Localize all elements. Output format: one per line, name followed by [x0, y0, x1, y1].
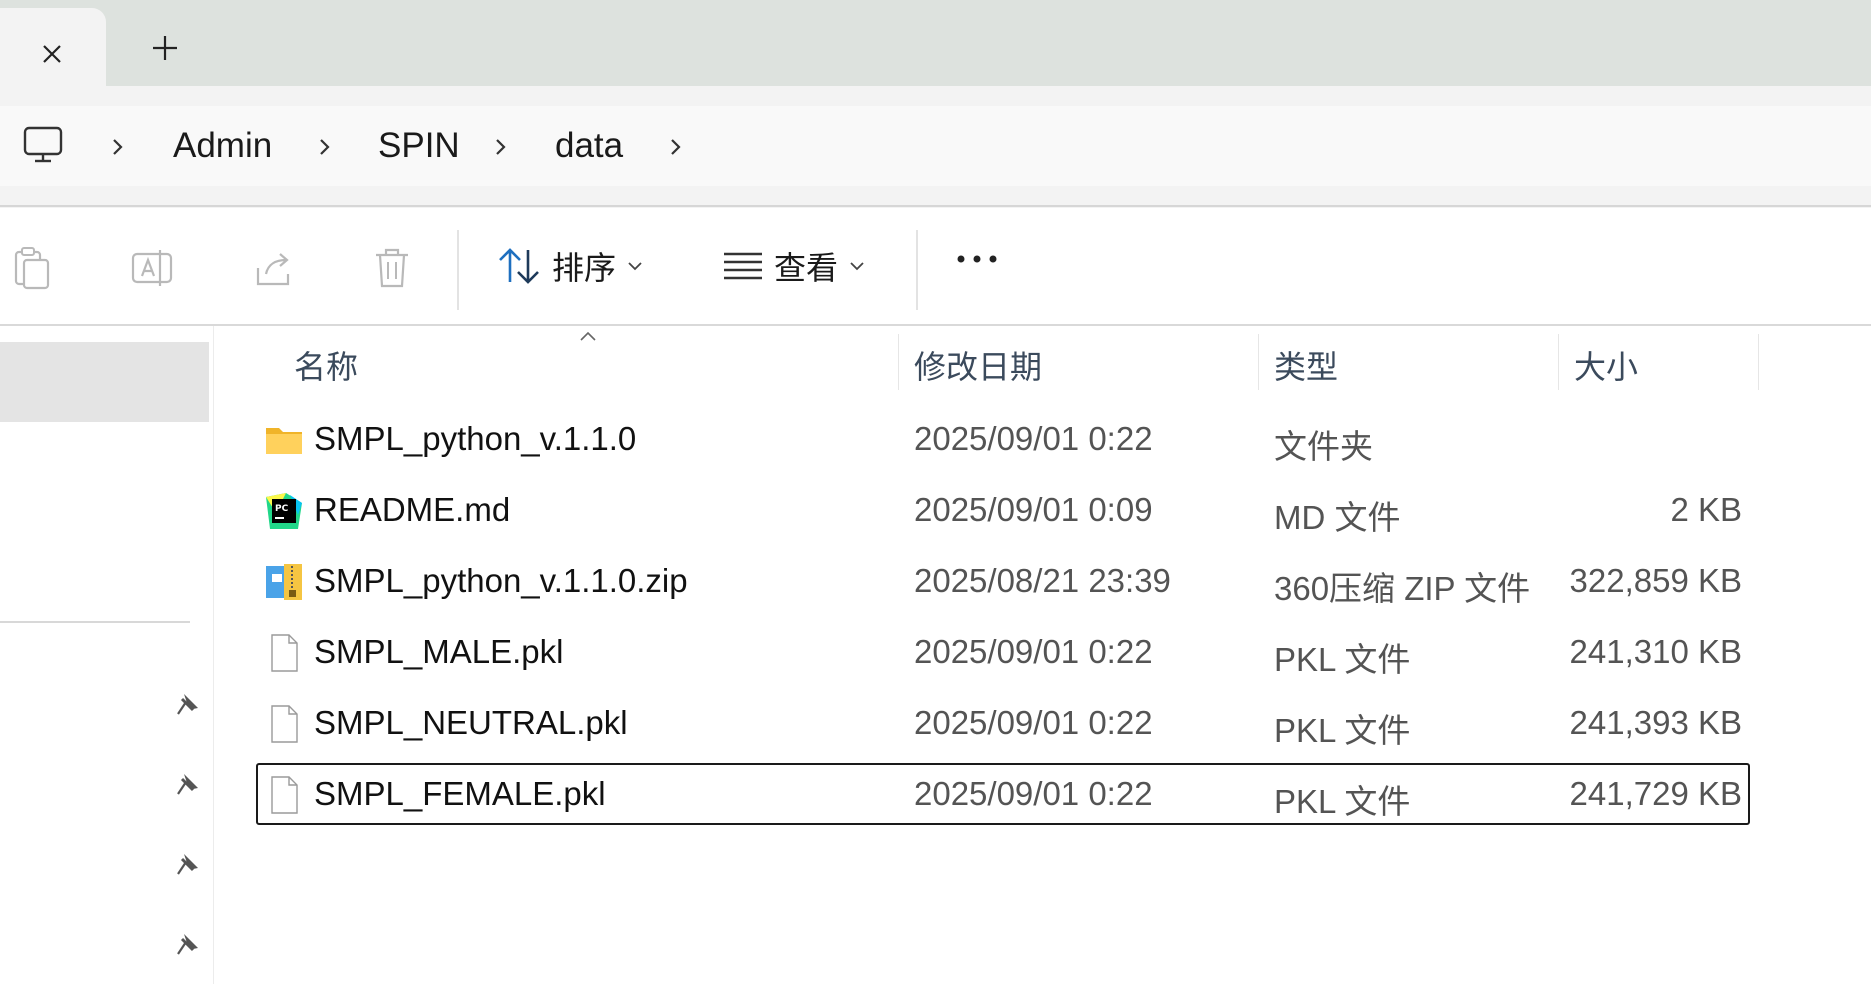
- file-type: 360压缩 ZIP 文件: [1274, 570, 1531, 607]
- file-name: SMPL_MALE.pkl: [314, 633, 564, 670]
- chevron-right-icon[interactable]: [489, 132, 513, 162]
- toolbar-divider: [457, 230, 459, 310]
- column-header-modified[interactable]: 修改日期: [914, 326, 1254, 394]
- column-header-name-label: 名称: [294, 349, 359, 385]
- file-type: PKL 文件: [1274, 712, 1411, 749]
- file-type: PKL 文件: [1274, 783, 1411, 820]
- pin-icon[interactable]: [174, 770, 202, 798]
- svg-text:PC: PC: [275, 504, 289, 514]
- column-header-size-label: 大小: [1574, 349, 1639, 385]
- column-header-modified-label: 修改日期: [914, 349, 1043, 385]
- file-row[interactable]: SMPL_NEUTRAL.pkl 2025/09/01 0:22 PKL 文件 …: [256, 692, 1750, 754]
- file-name: SMPL_python_v.1.1.0: [314, 420, 637, 457]
- column-divider[interactable]: [1558, 334, 1559, 390]
- file-list: 名称 修改日期 类型 大小 SMPL_python_v.1.1.0 2025/0…: [214, 326, 1871, 984]
- breadcrumb-data[interactable]: data: [555, 126, 623, 166]
- share-icon[interactable]: [252, 246, 296, 290]
- sort-label: 排序: [552, 250, 617, 286]
- file-name: SMPL_NEUTRAL.pkl: [314, 704, 628, 741]
- file-modified: 2025/08/21 23:39: [914, 562, 1171, 599]
- tab-strip: [0, 0, 1871, 86]
- file-row[interactable]: SMPL_FEMALE.pkl 2025/09/01 0:22 PKL 文件 2…: [256, 763, 1750, 825]
- file-icon: [271, 634, 298, 672]
- command-bar: 排序 查看: [0, 208, 1871, 326]
- sort-button[interactable]: 排序: [496, 238, 644, 294]
- column-divider[interactable]: [1758, 334, 1759, 390]
- pin-icon[interactable]: [174, 850, 202, 878]
- file-name: SMPL_FEMALE.pkl: [314, 775, 606, 812]
- chevron-right-icon[interactable]: [664, 132, 688, 162]
- breadcrumb[interactable]: Admin SPIN data: [0, 106, 1871, 186]
- pin-icon[interactable]: [174, 930, 202, 958]
- navigation-pane: [0, 326, 214, 984]
- folder-icon: [266, 428, 302, 454]
- chevron-down-icon: [628, 262, 642, 271]
- file-type: MD 文件: [1274, 499, 1401, 536]
- pin-icon[interactable]: [174, 690, 202, 718]
- column-divider[interactable]: [1258, 334, 1259, 390]
- chevron-right-icon[interactable]: [106, 132, 130, 162]
- chevron-down-icon: [850, 262, 864, 271]
- file-type: PKL 文件: [1274, 641, 1411, 678]
- file-modified: 2025/09/01 0:09: [914, 491, 1153, 528]
- file-type: 文件夹: [1274, 428, 1373, 465]
- pycharm-icon: PC: [266, 493, 302, 529]
- column-header-size[interactable]: 大小: [1574, 326, 1754, 394]
- file-icon: [271, 705, 298, 743]
- toolbar-divider: [916, 230, 918, 310]
- view-button[interactable]: 查看: [722, 238, 866, 294]
- file-icon: [271, 776, 298, 814]
- column-header-type[interactable]: 类型: [1274, 326, 1554, 394]
- zip-archive-icon: [266, 564, 302, 600]
- file-row[interactable]: PC README.md 2025/09/01 0:09 MD 文件 2 KB: [256, 479, 1750, 541]
- close-icon[interactable]: [34, 36, 70, 72]
- active-tab[interactable]: [0, 8, 106, 86]
- file-name: README.md: [314, 491, 511, 528]
- file-size: 241,729 KB: [1569, 775, 1742, 812]
- file-name: SMPL_python_v.1.1.0.zip: [314, 562, 688, 599]
- file-modified: 2025/09/01 0:22: [914, 775, 1153, 812]
- file-modified: 2025/09/01 0:22: [914, 633, 1153, 670]
- column-header-name[interactable]: 名称: [294, 326, 878, 394]
- nav-item-selected[interactable]: [0, 342, 209, 422]
- column-divider[interactable]: [898, 334, 899, 390]
- delete-icon[interactable]: [372, 246, 412, 290]
- file-row[interactable]: SMPL_python_v.1.1.0.zip 2025/08/21 23:39…: [256, 550, 1750, 612]
- file-modified: 2025/09/01 0:22: [914, 704, 1153, 741]
- paste-icon[interactable]: [12, 246, 52, 290]
- file-row[interactable]: SMPL_MALE.pkl 2025/09/01 0:22 PKL 文件 241…: [256, 621, 1750, 683]
- breadcrumb-spin[interactable]: SPIN: [378, 126, 460, 166]
- column-header-type-label: 类型: [1274, 349, 1339, 385]
- list-view-icon: [724, 252, 762, 280]
- file-size: 241,393 KB: [1569, 704, 1742, 741]
- address-bar: Admin SPIN data: [0, 86, 1871, 208]
- chevron-right-icon[interactable]: [313, 132, 337, 162]
- sort-icon: [499, 248, 539, 284]
- divider: [0, 205, 1871, 207]
- nav-divider: [0, 621, 190, 623]
- file-size: 322,859 KB: [1569, 562, 1742, 599]
- rename-icon[interactable]: [130, 246, 174, 290]
- plus-icon[interactable]: [145, 28, 185, 68]
- file-size: 2 KB: [1670, 491, 1742, 528]
- more-icon[interactable]: [955, 252, 999, 266]
- file-row[interactable]: SMPL_python_v.1.1.0 2025/09/01 0:22 文件夹: [256, 408, 1750, 470]
- file-modified: 2025/09/01 0:22: [914, 420, 1153, 457]
- view-label: 查看: [774, 250, 839, 286]
- file-size: 241,310 KB: [1569, 633, 1742, 670]
- this-pc-icon[interactable]: [22, 124, 64, 166]
- breadcrumb-admin[interactable]: Admin: [173, 126, 272, 166]
